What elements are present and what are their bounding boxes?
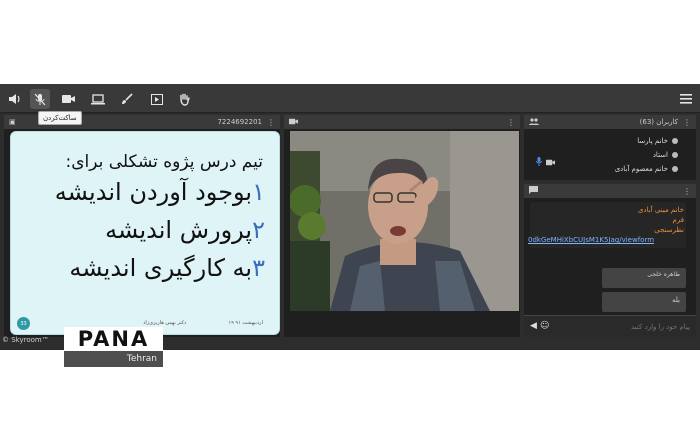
presentation-icon: ▣	[9, 118, 16, 126]
message-sender: خانم مینی آبادی	[638, 206, 684, 214]
slide-page-number: 33	[17, 317, 30, 330]
play-media-icon[interactable]	[147, 89, 167, 109]
emoji-icon[interactable]: ☺	[540, 321, 549, 331]
slide-item: ۱بوجود آوردن اندیشه	[54, 178, 265, 206]
menu-icon[interactable]	[676, 89, 696, 109]
mic-icon	[536, 151, 542, 170]
users-header: کاربران (63) ⋮	[524, 115, 696, 129]
mute-tooltip: ساکت‌کردن	[38, 111, 82, 125]
copyright: © Skyroom™	[2, 336, 49, 344]
chat-panel: ⋮ خانم مینی آبادی فرم نظرسنجی 0dkGeMHiXb…	[524, 184, 696, 337]
pana-city: Tehran	[64, 351, 163, 367]
presentation-panel: ▣ 7224692201 ⋮ تیم درس پژوه تشکلی برای: …	[4, 115, 280, 337]
user-item[interactable]: خانم معصوم آبادی	[615, 165, 678, 173]
reply-sender: طاهره خلجی	[647, 271, 680, 278]
user-icon	[672, 138, 678, 144]
slide-date: ۱۹ اردیبهشت ۹۱	[228, 320, 263, 326]
screen-share-icon[interactable]	[88, 89, 108, 109]
users-panel: کاربران (63) ⋮ خانم پارسا استاد خانم معص…	[524, 115, 696, 180]
chat-header: ⋮	[524, 184, 696, 198]
slide-item: ۲پرورش اندیشه	[105, 216, 265, 244]
slide: تیم درس پژوه تشکلی برای: ۱بوجود آوردن ان…	[10, 131, 280, 335]
message-text: فرم	[672, 216, 684, 224]
chat-messages: خانم مینی آبادی فرم نظرسنجی 0dkGeMHiXbCU…	[528, 200, 692, 312]
user-media-status	[536, 151, 555, 170]
slide-title: تیم درس پژوه تشکلی برای:	[65, 152, 263, 172]
presentation-options-icon[interactable]: ⋮	[267, 118, 275, 127]
slide-author: دکتر بهمن هاریزی‌زاد	[143, 320, 187, 326]
chat-icon	[529, 186, 538, 196]
presentation-id: 7224692201	[217, 118, 262, 126]
camera-icon	[546, 151, 555, 170]
chat-input-bar: ◀ ☺	[524, 315, 696, 337]
send-icon[interactable]: ◀	[530, 321, 537, 331]
video-options-icon[interactable]: ⋮	[507, 118, 515, 127]
chat-options-icon[interactable]: ⋮	[683, 187, 691, 196]
slide-item: ۳به کارگیری اندیشه	[69, 254, 265, 282]
user-icon	[672, 166, 678, 172]
reply-text: بله	[671, 296, 680, 304]
mic-muted-icon[interactable]	[30, 89, 50, 109]
user-icon	[672, 152, 678, 158]
skyroom-app: ساکت‌کردن ▣ 7224692201 ⋮ تیم درس پژوه تش…	[0, 84, 700, 350]
toolbar: ساکت‌کردن	[0, 84, 700, 125]
message-link[interactable]: 0dkGeMHiXbCUJsM1K5Jag/viewform	[528, 236, 654, 244]
raise-hand-icon[interactable]	[174, 89, 194, 109]
users-count: کاربران (63)	[639, 118, 678, 126]
message-link-label: نظرسنجی	[654, 226, 684, 234]
pana-logo: PANA	[64, 327, 163, 351]
video-panel: ⋮	[284, 115, 520, 337]
camera-icon[interactable]	[58, 89, 78, 109]
video-header: ⋮	[284, 115, 520, 129]
users-icon	[529, 117, 539, 127]
user-item[interactable]: استاد	[653, 151, 678, 159]
users-options-icon[interactable]: ⋮	[683, 118, 691, 127]
chat-input[interactable]	[552, 320, 690, 334]
brush-icon[interactable]	[117, 89, 137, 109]
webcam-video	[290, 131, 519, 311]
speaker-icon[interactable]	[4, 89, 24, 109]
video-camera-icon	[289, 118, 298, 127]
user-item[interactable]: خانم پارسا	[637, 137, 678, 145]
